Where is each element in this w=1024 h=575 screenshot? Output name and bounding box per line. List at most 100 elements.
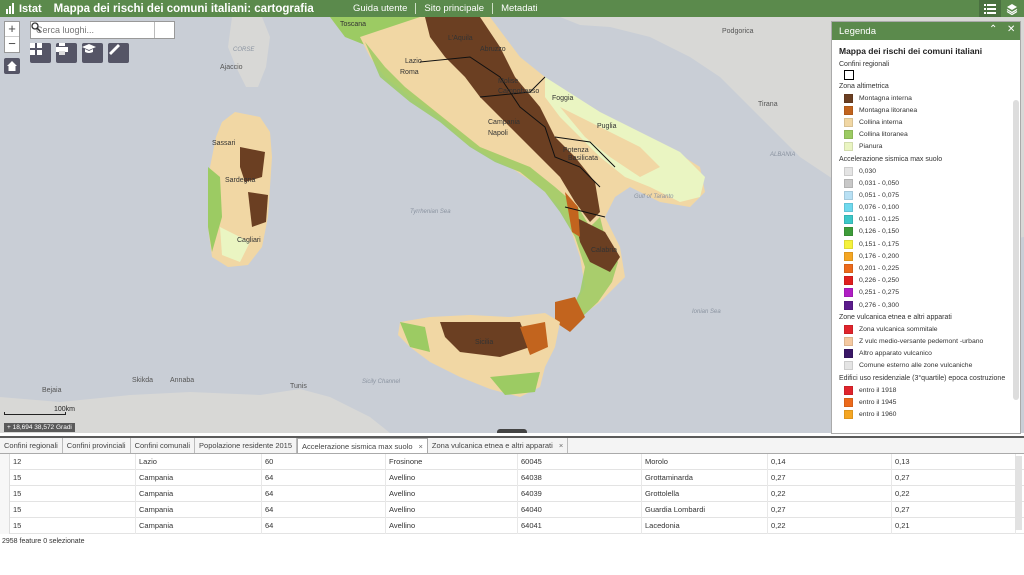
label-ionian-sea: Ionian Sea [692,309,721,315]
table-tab[interactable]: Confini provinciali [63,438,131,453]
table-cell: 64 [262,501,386,518]
legend-swatch [844,130,853,140]
legend-item: Altro apparato vulcanico [839,348,1013,360]
label-lazio: Lazio [405,58,422,65]
legend-item: 0,051 - 0,075 [839,189,1013,201]
close-tab-icon[interactable]: × [559,441,563,450]
legend-item-label: entro il 1960 [859,410,897,418]
legend-item: 0,226 - 0,250 [839,275,1013,287]
table-tab[interactable]: Popolazione residente 2015 [195,438,298,453]
legend-scrollbar[interactable] [1013,100,1019,400]
table-cell: Morolo [642,453,768,470]
table-cell: Lacedonia [642,517,768,534]
label-tunis: Tunis [290,383,307,390]
zoom-in-button[interactable]: + [5,22,19,37]
app-title: Mappa dei rischi dei comuni italiani: ca… [53,2,314,15]
legend-item-label: 0,276 - 0,300 [859,301,900,309]
legend-item-label: 0,126 - 0,150 [859,228,900,236]
table-tab[interactable]: Zona vulcanica etnea e altri apparati × [428,438,569,453]
table-scrollbar[interactable] [1015,456,1022,530]
label-albania: ALBANIA [770,152,796,158]
row-selector[interactable] [0,517,10,534]
legend-item: 0,031 - 0,050 [839,177,1013,189]
home-button[interactable] [4,58,20,74]
legend-swatch [844,349,853,359]
table-tab-label: Accelerazione sismica max suolo [302,442,413,451]
legend-item-label: 0,101 - 0,125 [859,216,900,224]
table-cell: 15 [10,469,136,486]
table-tab-label: Confini comunali [134,441,191,450]
legend-swatch [844,336,853,346]
nav-metadati[interactable]: Metadati [492,3,545,14]
close-tab-icon[interactable]: × [419,442,423,451]
legend-swatch [844,264,853,274]
measure-button[interactable] [108,43,129,63]
table-row[interactable]: 15 Campania 64 Avellino 64040 Guardia Lombard… [0,501,1024,518]
home-icon [7,61,17,71]
search-input[interactable] [31,22,155,38]
legend-section-title: Confini regionali [839,61,890,68]
collapse-icon[interactable]: ⌃ [989,24,997,35]
table-tab[interactable]: Confini regionali [0,438,63,453]
table-row[interactable]: 12 Lazio 60 Frosinone 60045 Morolo 0,14 0,13 [0,453,1024,470]
legend-item: 0,151 - 0,175 [839,238,1013,250]
legend-item-label: Collina litoranea [859,131,908,139]
close-icon[interactable]: ✕ [1007,24,1015,35]
nav-sito-principale[interactable]: Sito principale [415,3,492,14]
attribute-table-toggle[interactable] [497,429,527,433]
legend-swatch [844,227,853,237]
label-basilicata: Basilicata [568,155,598,162]
table-row[interactable]: 15 Campania 64 Avellino 64038 Grottaminarda 0,… [0,469,1024,486]
table-tab[interactable]: Confini comunali [131,438,196,453]
table-rows: 12 Lazio 60 Frosinone 60045 Morolo 0,14 0,13 15 C… [0,453,1024,534]
legend-item: Zona vulcanica sommitale [839,323,1013,335]
layers-button[interactable] [1001,0,1023,17]
table-row[interactable]: 15 Campania 64 Avellino 64041 Lacedonia 0,22 0,… [0,517,1024,534]
legend-item: 0,276 - 0,300 [839,299,1013,311]
legend-item: Montagna litoranea [839,104,1013,116]
legend-section-title: Zona altimetrica [839,83,889,90]
legend-item: entro il 1918 [839,384,1013,396]
legend-item: 0,251 - 0,275 [839,287,1013,299]
legend-item-label: 0,151 - 0,175 [859,240,900,248]
table-cell: 64038 [518,469,642,486]
legend-item: Comune esterno alle zone vulcaniche [839,360,1013,372]
legend-swatch [844,324,853,334]
label-foggia: Foggia [552,95,574,102]
table-cell: 0,21 [892,517,1016,534]
legend-swatch [844,397,853,407]
label-tirana: Tirana [758,101,778,108]
basemap-gallery-button[interactable] [30,43,51,63]
about-button[interactable] [82,43,103,63]
nav-guida-utente[interactable]: Guida utente [345,3,415,14]
table-row[interactable]: 15 Campania 64 Avellino 64039 Grottolella 0,22… [0,485,1024,502]
legend-item: 0,030 [839,165,1013,177]
legend-header-title: Legenda [839,25,876,37]
istat-logo[interactable]: Istat [6,3,42,15]
table-tab-label: Confini regionali [4,441,58,450]
print-button[interactable] [56,43,77,63]
row-selector[interactable] [0,469,10,486]
label-gulf-of-taranto: Gulf of Taranto [634,194,674,200]
table-tab[interactable]: Accelerazione sismica max suolo × [297,438,428,453]
legend-map-title: Mappa dei rischi dei comuni italiani [839,46,983,56]
row-selector[interactable] [0,453,10,470]
row-selector[interactable] [0,485,10,502]
label-podgorica: Podgorica [722,28,754,35]
zoom-out-button[interactable]: − [5,37,19,52]
legend-toggle-button[interactable] [979,0,1001,17]
row-selector[interactable] [0,501,10,518]
legend-swatch [844,215,853,225]
legend-section-title: Edifici uso residenziale (3°quartile) ep… [839,374,1006,382]
label-abruzzo: Abruzzo [480,46,506,53]
table-cell: 15 [10,501,136,518]
legend-item-label: Collina interna [859,118,903,126]
label-puglia: Puglia [597,123,617,130]
attribute-table: Confini regionali Confini provinciali Conf… [0,436,1024,575]
table-cell: 15 [10,485,136,502]
table-cell: Avellino [386,517,518,534]
legend-swatch [844,409,853,419]
print-icon [56,43,68,55]
search-button[interactable] [31,22,174,38]
legend-item-label: 0,176 - 0,200 [859,252,900,260]
